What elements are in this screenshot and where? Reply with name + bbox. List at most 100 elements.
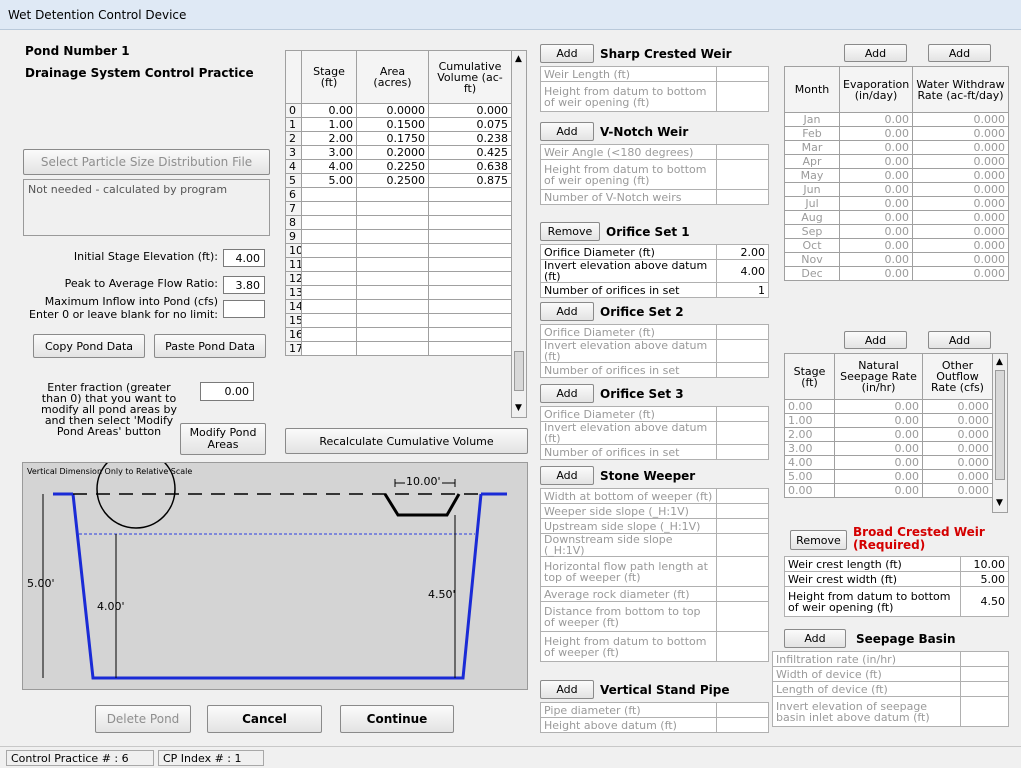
table-cell[interactable]: [428, 215, 512, 230]
table-cell[interactable]: 0.638: [428, 159, 512, 174]
param-value[interactable]: [716, 717, 769, 733]
table-cell[interactable]: 0.000: [922, 469, 993, 484]
table-cell[interactable]: 0.875: [428, 173, 512, 188]
param-value[interactable]: [716, 631, 769, 662]
table-cell[interactable]: 0.000: [922, 455, 993, 470]
param-value[interactable]: [716, 144, 769, 160]
remove-orifice-set-1-button[interactable]: Remove: [540, 222, 600, 241]
cancel-button[interactable]: Cancel: [207, 705, 322, 733]
table-cell[interactable]: 0.075: [428, 117, 512, 132]
table-cell[interactable]: 0.00: [839, 182, 913, 197]
fraction-input[interactable]: 0.00: [200, 382, 254, 401]
add-orifice-set-2-button[interactable]: Add: [540, 302, 594, 321]
table-cell[interactable]: [428, 187, 512, 202]
table-cell[interactable]: [301, 257, 357, 272]
seepage-scroll-down-icon[interactable]: ▼: [996, 498, 1003, 508]
add-evaporation-button[interactable]: Add: [844, 44, 907, 62]
table-cell[interactable]: [301, 271, 357, 286]
table-cell[interactable]: 0.00: [834, 427, 923, 442]
stage-table-scrollbar[interactable]: ▲ ▼: [511, 50, 527, 418]
table-cell[interactable]: 0.1750: [356, 131, 429, 146]
table-cell[interactable]: 2.00: [784, 427, 835, 442]
table-cell[interactable]: [301, 299, 357, 314]
table-cell[interactable]: 2.00: [301, 131, 357, 146]
table-cell[interactable]: 0.2250: [356, 159, 429, 174]
table-cell[interactable]: 0.000: [912, 126, 1009, 141]
table-cell[interactable]: 0.000: [912, 182, 1009, 197]
add-v-notch-weir-button[interactable]: Add: [540, 122, 594, 141]
table-cell[interactable]: [356, 299, 429, 314]
add-stone-weeper-button[interactable]: Add: [540, 466, 594, 485]
param-value[interactable]: [960, 681, 1009, 697]
param-value[interactable]: [716, 702, 769, 718]
param-value[interactable]: 2.00: [716, 244, 769, 260]
table-cell[interactable]: [356, 201, 429, 216]
table-cell[interactable]: 0.00: [834, 455, 923, 470]
param-value[interactable]: [716, 66, 769, 82]
param-value[interactable]: [716, 444, 769, 460]
table-cell[interactable]: [301, 229, 357, 244]
table-cell[interactable]: [301, 243, 357, 258]
table-cell[interactable]: 0.00: [839, 238, 913, 253]
max-inflow-input[interactable]: [223, 300, 265, 318]
param-value[interactable]: [716, 488, 769, 504]
table-cell[interactable]: 4.00: [784, 455, 835, 470]
table-cell[interactable]: 5.00: [784, 469, 835, 484]
table-cell[interactable]: 0.00: [839, 140, 913, 155]
param-value[interactable]: [716, 586, 769, 602]
param-value[interactable]: [716, 518, 769, 534]
table-cell[interactable]: 0.2500: [356, 173, 429, 188]
table-cell[interactable]: [356, 215, 429, 230]
param-value[interactable]: [716, 324, 769, 340]
modify-pond-areas-button[interactable]: Modify Pond Areas: [180, 423, 266, 455]
table-cell[interactable]: 0.00: [784, 399, 835, 414]
table-cell[interactable]: [428, 229, 512, 244]
param-value[interactable]: [960, 651, 1009, 667]
table-cell[interactable]: [301, 285, 357, 300]
remove-broad-weir-button[interactable]: Remove: [790, 530, 847, 550]
table-cell[interactable]: [356, 243, 429, 258]
table-cell[interactable]: 0.00: [839, 168, 913, 183]
table-cell[interactable]: 5.00: [301, 173, 357, 188]
param-value[interactable]: [716, 406, 769, 422]
copy-pond-data-button[interactable]: Copy Pond Data: [33, 334, 145, 358]
table-cell[interactable]: [428, 327, 512, 342]
table-cell[interactable]: 4.00: [301, 159, 357, 174]
initial-stage-input[interactable]: 4.00: [223, 249, 265, 267]
weir-crest-length-value[interactable]: 10.00: [960, 556, 1009, 572]
table-cell[interactable]: 0.00: [784, 483, 835, 498]
table-cell[interactable]: [356, 257, 429, 272]
param-value[interactable]: [716, 533, 769, 557]
table-cell[interactable]: 1.00: [301, 117, 357, 132]
table-cell[interactable]: 0.00: [839, 252, 913, 267]
scroll-thumb[interactable]: [514, 351, 524, 391]
table-cell[interactable]: [428, 285, 512, 300]
table-cell[interactable]: 0.00: [839, 266, 913, 281]
table-cell[interactable]: [301, 327, 357, 342]
table-cell[interactable]: 1.00: [784, 413, 835, 428]
table-cell[interactable]: 0.00: [839, 126, 913, 141]
peak-ratio-input[interactable]: 3.80: [223, 276, 265, 294]
table-cell[interactable]: 0.00: [839, 210, 913, 225]
continue-button[interactable]: Continue: [340, 705, 454, 733]
scroll-up-icon[interactable]: ▲: [515, 54, 522, 64]
table-cell[interactable]: 0.238: [428, 131, 512, 146]
table-cell[interactable]: 0.000: [912, 224, 1009, 239]
param-value[interactable]: [716, 159, 769, 190]
table-cell[interactable]: 0.000: [428, 103, 512, 118]
add-seepage-basin-button[interactable]: Add: [784, 629, 846, 648]
weir-height-value[interactable]: 4.50: [960, 586, 1009, 617]
table-cell[interactable]: 3.00: [784, 441, 835, 456]
table-cell[interactable]: [428, 341, 512, 356]
table-cell[interactable]: 0.00: [834, 469, 923, 484]
table-cell[interactable]: [356, 229, 429, 244]
table-cell[interactable]: 0.000: [912, 168, 1009, 183]
param-value[interactable]: [716, 362, 769, 378]
table-cell[interactable]: 0.000: [922, 399, 993, 414]
param-value[interactable]: [716, 601, 769, 632]
table-cell[interactable]: 0.2000: [356, 145, 429, 160]
add-sharp-crested-weir-button[interactable]: Add: [540, 44, 594, 63]
table-cell[interactable]: 0.00: [834, 483, 923, 498]
param-value[interactable]: 4.00: [716, 259, 769, 283]
table-cell[interactable]: [356, 187, 429, 202]
